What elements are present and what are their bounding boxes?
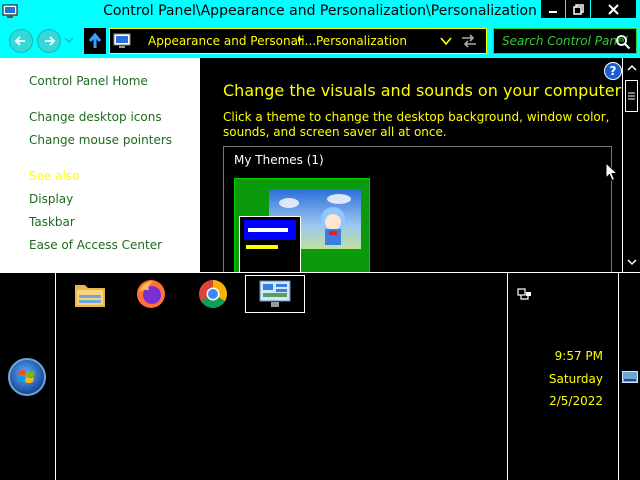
control-panel-window: Control Panel\Appearance and Personaliza…: [0, 0, 640, 286]
taskbar-link[interactable]: Taskbar: [29, 215, 75, 229]
theme-window-preview: [239, 216, 301, 276]
minimize-button[interactable]: [541, 0, 565, 18]
firefox-icon: [137, 280, 165, 308]
control-panel-home-link[interactable]: Control Panel Home: [29, 74, 148, 88]
help-icon[interactable]: ?: [604, 62, 622, 80]
address-bar[interactable]: Appearance and Personali... ▸ Personaliz…: [109, 28, 487, 54]
desktop-icon: [622, 371, 638, 383]
chrome-icon: [199, 280, 227, 308]
chevron-up-icon: [626, 64, 637, 71]
forward-button[interactable]: [37, 29, 61, 53]
theme-highlight-preview: [246, 245, 278, 249]
refresh-icon[interactable]: [460, 33, 478, 49]
display-link[interactable]: Display: [29, 192, 73, 206]
clock-day[interactable]: Saturday: [508, 372, 603, 386]
windows-logo-icon: [17, 370, 35, 383]
control-panel-icon: [259, 280, 291, 307]
grip-icon: [628, 92, 635, 100]
scroll-thumb[interactable]: [625, 80, 638, 112]
title-bar[interactable]: Control Panel\Appearance and Personaliza…: [0, 0, 640, 24]
clock-time[interactable]: 9:57 PM: [508, 349, 603, 363]
arrow-left-icon: [14, 36, 25, 46]
theme-thumbnail[interactable]: [234, 178, 370, 278]
taskbar-file-explorer-button[interactable]: [60, 275, 120, 313]
mouse-pointer-icon: [605, 162, 619, 182]
chevron-down-icon[interactable]: [440, 36, 452, 46]
see-also-heading: See also: [29, 169, 80, 183]
breadcrumb-separator[interactable]: ▸: [298, 34, 303, 45]
restore-button[interactable]: [566, 0, 590, 18]
chevron-down-icon: [626, 259, 637, 266]
search-box[interactable]: Search Control Panel: [493, 28, 637, 54]
navigation-bar: Appearance and Personali... ▸ Personaliz…: [0, 25, 640, 57]
taskbar-control-panel-button[interactable]: [245, 275, 305, 313]
network-icon[interactable]: [516, 287, 532, 303]
change-mouse-pointers-link[interactable]: Change mouse pointers: [29, 133, 172, 147]
my-themes-group-header: My Themes (1): [234, 153, 324, 167]
main-content: ? Change the visuals and sounds on your …: [200, 58, 622, 286]
ease-of-access-center-link[interactable]: Ease of Access Center: [29, 238, 162, 252]
themes-list[interactable]: My Themes (1): [223, 146, 612, 286]
minimize-icon: [549, 11, 557, 13]
notification-area: 9:57 PM Saturday 2/5/2022: [507, 273, 618, 480]
theme-text-preview: [248, 228, 288, 232]
scroll-down-button[interactable]: [623, 254, 640, 270]
scroll-up-button[interactable]: [623, 60, 640, 76]
vertical-scrollbar[interactable]: [622, 58, 640, 272]
left-navigation-pane: Control Panel Home Change desktop icons …: [0, 58, 200, 272]
close-icon: [608, 3, 619, 15]
breadcrumb-personalization[interactable]: Personalization: [316, 34, 407, 48]
search-icon[interactable]: [615, 34, 631, 50]
control-panel-icon: [113, 33, 131, 48]
restore-icon: [572, 3, 584, 15]
page-description: Click a theme to change the desktop back…: [223, 110, 610, 139]
page-title: Change the visuals and sounds on your co…: [223, 81, 622, 100]
taskbar-chrome-button[interactable]: [183, 275, 243, 313]
start-area: [0, 273, 56, 480]
folder-icon: [75, 285, 105, 307]
taskbar-firefox-button[interactable]: [121, 275, 181, 313]
show-desktop-button[interactable]: [618, 273, 640, 480]
close-button[interactable]: [591, 0, 636, 18]
arrow-up-icon: [88, 33, 102, 48]
breadcrumb-appearance[interactable]: Appearance and Personali...: [148, 34, 316, 48]
search-input[interactable]: Search Control Panel: [502, 34, 628, 48]
back-button[interactable]: [9, 29, 33, 53]
arrow-right-icon: [45, 36, 56, 46]
recent-pages-chevron-icon[interactable]: [64, 35, 74, 45]
clock-date[interactable]: 2/5/2022: [508, 394, 603, 408]
change-desktop-icons-link[interactable]: Change desktop icons: [29, 110, 162, 124]
taskbar: 9:57 PM Saturday 2/5/2022: [0, 272, 640, 480]
start-button[interactable]: [8, 358, 46, 396]
up-level-button[interactable]: [84, 28, 106, 54]
